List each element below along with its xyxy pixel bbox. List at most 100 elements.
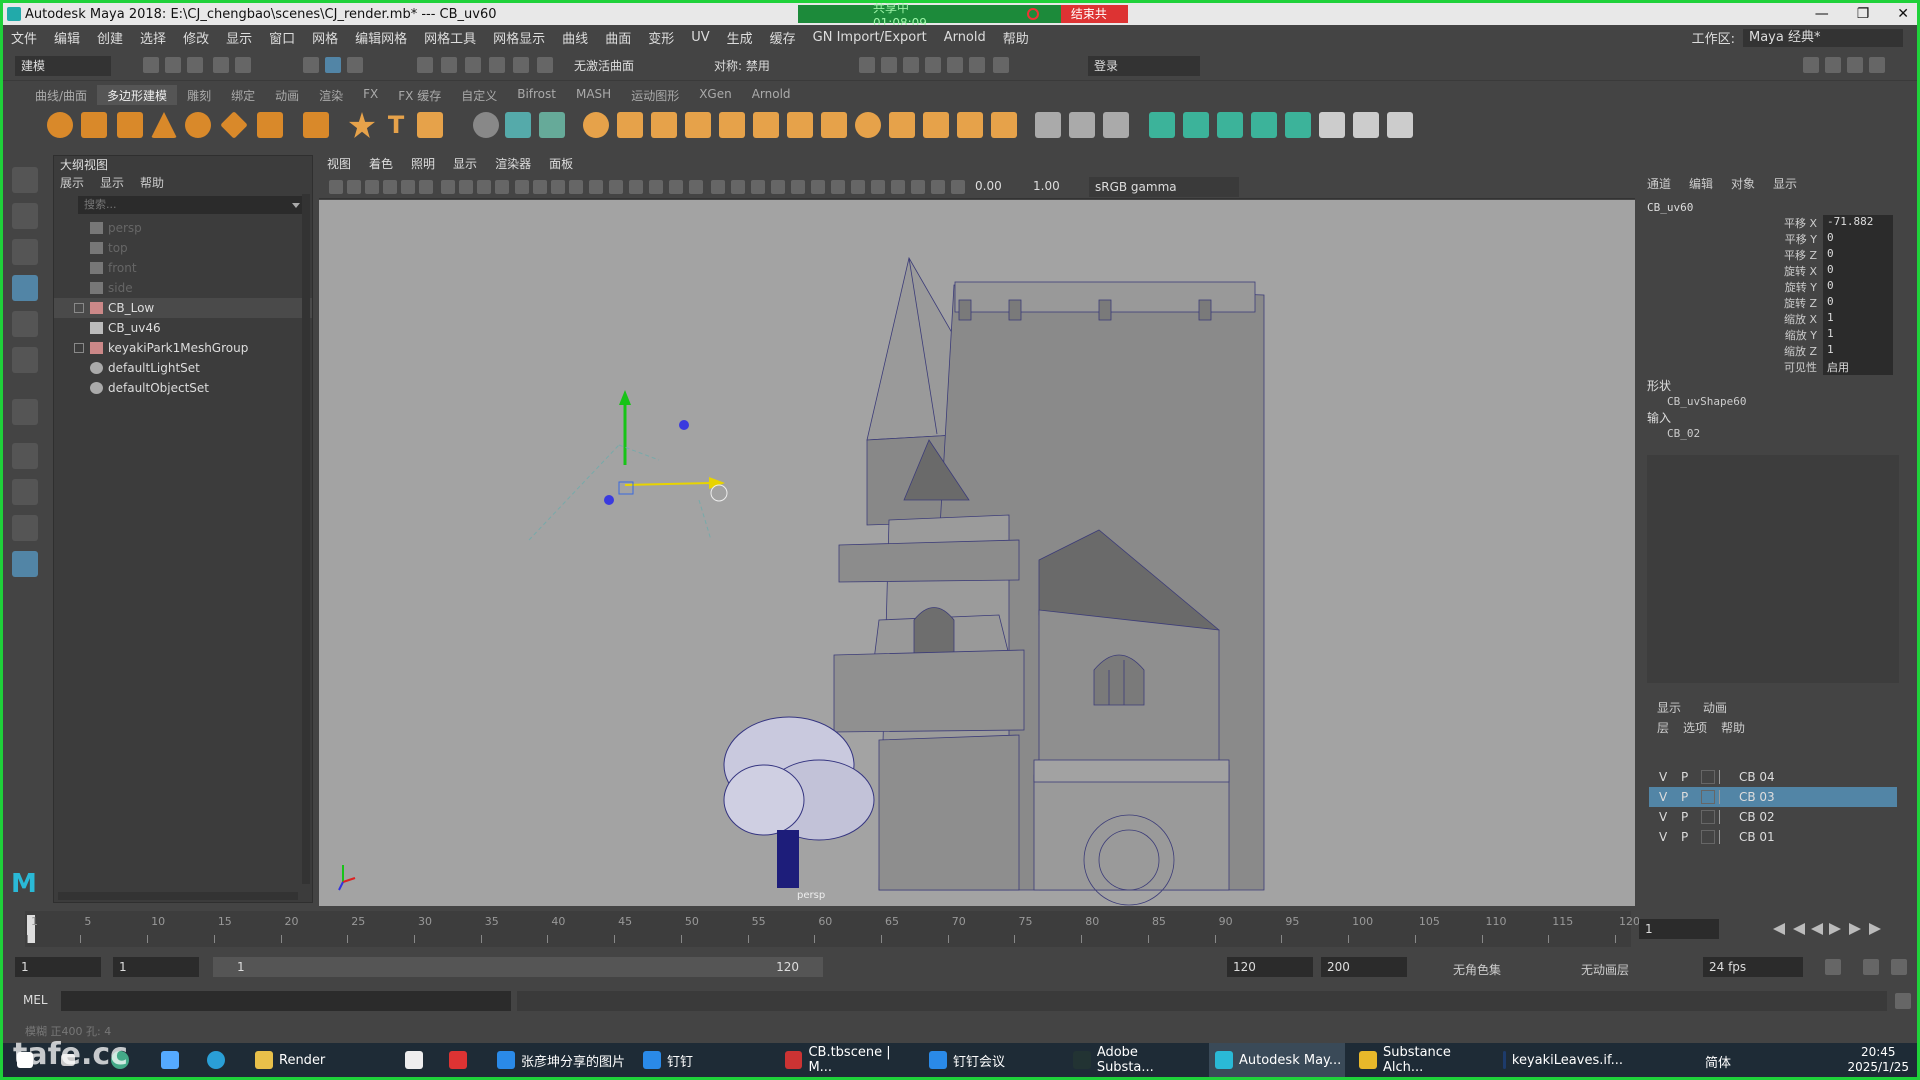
anim-prefs-icon[interactable] bbox=[1891, 959, 1907, 975]
viewport-tool-icon[interactable] bbox=[495, 180, 509, 194]
poly-cylinder-icon[interactable] bbox=[117, 112, 143, 138]
cb-tab-channels[interactable]: 通道 bbox=[1647, 175, 1671, 192]
perspective-viewport[interactable]: persp bbox=[319, 200, 1635, 906]
shelf-tab-2[interactable]: 雕刻 bbox=[177, 85, 221, 105]
step-forward-icon[interactable] bbox=[1849, 923, 1861, 935]
layer-row[interactable]: V P CB 03 bbox=[1649, 787, 1897, 807]
edge-loop-icon[interactable] bbox=[1069, 112, 1095, 138]
fps-dropdown[interactable]: 24 fps bbox=[1703, 957, 1803, 977]
uv-spherical-icon[interactable] bbox=[1251, 112, 1277, 138]
viewport-tool-icon[interactable] bbox=[669, 180, 683, 194]
snap-vertex-icon[interactable] bbox=[537, 57, 553, 73]
viewport-tool-icon[interactable] bbox=[689, 180, 703, 194]
taskbar-image-share[interactable]: 张彦坤分享的图片 bbox=[497, 1043, 627, 1077]
platonic-solid-icon[interactable] bbox=[303, 112, 329, 138]
viewport-tool-icon[interactable] bbox=[515, 180, 529, 194]
cb-attr-value[interactable]: 1 bbox=[1823, 311, 1893, 327]
snap-grid-icon[interactable] bbox=[417, 57, 433, 73]
poly-cone-icon[interactable] bbox=[151, 112, 177, 138]
cb-attribute-row[interactable]: 平移 Y 0 bbox=[1703, 231, 1903, 247]
paint-select-icon[interactable] bbox=[12, 239, 38, 265]
symmetry-dropdown[interactable]: 对称: 禁用 bbox=[708, 56, 828, 76]
store-icon[interactable] bbox=[405, 1043, 423, 1077]
uv-cut-icon[interactable] bbox=[1353, 112, 1379, 138]
layer-playback-toggle[interactable]: P bbox=[1681, 807, 1688, 827]
viewport-tool-icon[interactable] bbox=[383, 180, 397, 194]
layer-name[interactable]: CB 04 bbox=[1739, 767, 1775, 787]
shelf-tab-7[interactable]: FX 缓存 bbox=[388, 85, 451, 105]
outliner-item[interactable]: top bbox=[54, 238, 312, 258]
system-clock[interactable]: 20:45 2025/1/25 bbox=[1847, 1045, 1909, 1075]
layer-row[interactable]: V P CB 02 bbox=[1649, 807, 1897, 827]
snap-surface-icon[interactable] bbox=[513, 57, 529, 73]
viewport-menu-1[interactable]: 着色 bbox=[369, 155, 393, 173]
cb-attr-value[interactable]: 0 bbox=[1823, 231, 1893, 247]
loop-icon[interactable] bbox=[1825, 959, 1841, 975]
render-settings-icon[interactable] bbox=[925, 57, 941, 73]
cb-attr-value[interactable]: 1 bbox=[1823, 327, 1893, 343]
go-to-end-icon[interactable] bbox=[1869, 923, 1881, 935]
cb-attr-value[interactable]: 0 bbox=[1823, 247, 1893, 263]
viewport-tool-icon[interactable] bbox=[629, 180, 643, 194]
attribute-editor-icon[interactable] bbox=[1825, 57, 1841, 73]
outliner-menu-display[interactable]: 显示 bbox=[100, 174, 124, 192]
taskbar-meeting[interactable]: 钉钉会议 bbox=[929, 1043, 1029, 1077]
menu-item-17[interactable]: GN Import/Export bbox=[813, 30, 927, 45]
viewport-menu-3[interactable]: 显示 bbox=[453, 155, 477, 173]
restore-button[interactable]: ❐ bbox=[1857, 3, 1870, 25]
layer-name[interactable]: CB 03 bbox=[1739, 787, 1775, 807]
viewport-tool-icon[interactable] bbox=[771, 180, 785, 194]
login-dropdown[interactable]: 登录 bbox=[1088, 56, 1200, 76]
smooth-icon[interactable] bbox=[505, 112, 531, 138]
castle-model[interactable] bbox=[833, 256, 1265, 906]
superellipse-icon[interactable] bbox=[349, 112, 375, 138]
workspace-dropdown[interactable]: Maya 经典* bbox=[1743, 28, 1903, 47]
shelf-tab-6[interactable]: FX bbox=[353, 85, 388, 105]
viewport-menu-0[interactable]: 视图 bbox=[327, 155, 351, 173]
exposure-value[interactable]: 0.00 bbox=[975, 179, 1002, 193]
soft-select-icon[interactable] bbox=[12, 399, 38, 425]
menu-item-0[interactable]: 文件 bbox=[11, 28, 37, 47]
cb-attr-value[interactable]: 启用 bbox=[1823, 359, 1893, 375]
cb-input-name[interactable]: CB_02 bbox=[1667, 427, 1700, 440]
menu-item-9[interactable]: 网格工具 bbox=[424, 28, 476, 47]
outliner-item[interactable]: front bbox=[54, 258, 312, 278]
auto-key-icon[interactable] bbox=[1863, 959, 1879, 975]
layer-visibility-toggle[interactable]: V bbox=[1659, 787, 1667, 807]
go-to-start-icon[interactable] bbox=[1773, 923, 1785, 935]
cb-attr-value[interactable]: -71.882 bbox=[1823, 215, 1893, 231]
viewport-tool-icon[interactable] bbox=[569, 180, 583, 194]
live-surface-field[interactable]: 无激活曲面 bbox=[568, 56, 678, 76]
outliner-item[interactable]: defaultLightSet bbox=[54, 358, 312, 378]
menu-item-3[interactable]: 选择 bbox=[140, 28, 166, 47]
viewport-tool-icon[interactable] bbox=[551, 180, 565, 194]
select-hierarchy-icon[interactable] bbox=[303, 57, 319, 73]
snap-point-icon[interactable] bbox=[465, 57, 481, 73]
move-tool-icon[interactable] bbox=[12, 275, 38, 301]
layer-row[interactable]: V P CB 01 bbox=[1649, 827, 1897, 847]
circularize-icon[interactable] bbox=[991, 112, 1017, 138]
shelf-tab-4[interactable]: 动画 bbox=[265, 85, 309, 105]
shelf-tab-5[interactable]: 渲染 bbox=[309, 85, 353, 105]
shelf-tab-12[interactable]: XGen bbox=[689, 85, 742, 105]
viewport-tool-icon[interactable] bbox=[329, 180, 343, 194]
cb-attribute-row[interactable]: 缩放 X 1 bbox=[1703, 311, 1903, 327]
character-set-dropdown[interactable]: 无角色集 bbox=[1453, 961, 1501, 978]
layer-visibility-toggle[interactable]: V bbox=[1659, 827, 1667, 847]
fill-hole-icon[interactable] bbox=[855, 112, 881, 138]
outliner-hscrollbar[interactable] bbox=[58, 892, 298, 900]
outliner-item[interactable]: persp bbox=[54, 218, 312, 238]
outliner-item[interactable]: side bbox=[54, 278, 312, 298]
taskbar-photoshop[interactable]: keyakiLeaves.if... bbox=[1503, 1043, 1623, 1077]
viewport-tool-icon[interactable] bbox=[751, 180, 765, 194]
taskbar-substance-alchemist[interactable]: Substance Alch... bbox=[1359, 1043, 1495, 1077]
cb-attribute-row[interactable]: 平移 X -71.882 bbox=[1703, 215, 1903, 231]
cb-attribute-row[interactable]: 旋转 X 0 bbox=[1703, 263, 1903, 279]
layer-color-swatch[interactable] bbox=[1701, 830, 1715, 844]
viewport-tool-icon[interactable] bbox=[401, 180, 415, 194]
select-tool-icon[interactable] bbox=[12, 167, 38, 193]
boolean-icon[interactable] bbox=[685, 112, 711, 138]
poly-torus-icon[interactable] bbox=[185, 112, 211, 138]
outliner-item[interactable]: CB_uv46 bbox=[54, 318, 312, 338]
layer-playback-toggle[interactable]: P bbox=[1681, 767, 1688, 787]
